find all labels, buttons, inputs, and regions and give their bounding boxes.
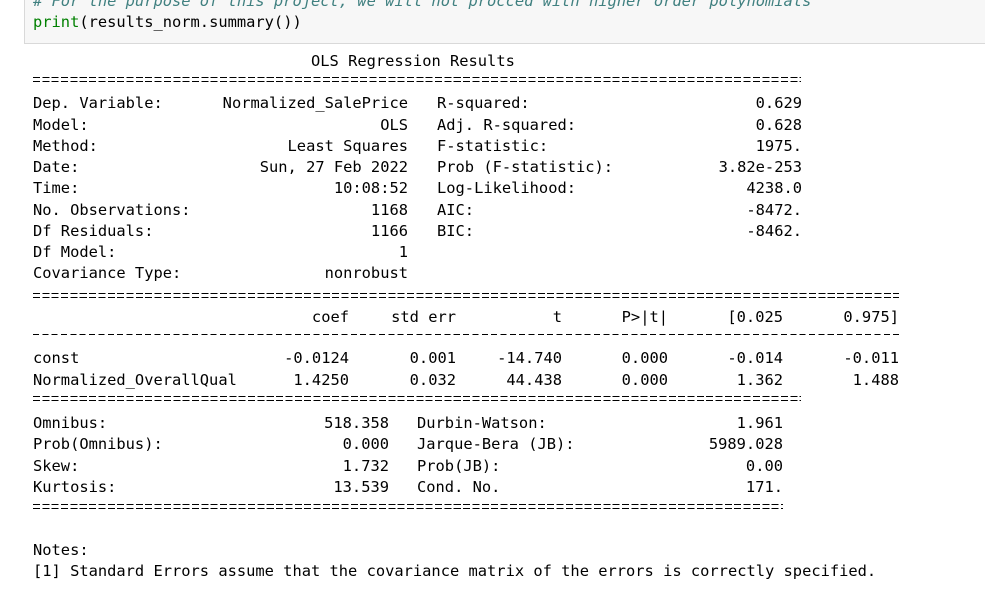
coef-const-ci-upper: -0.011: [843, 349, 899, 367]
diag-top-double-rule: [33, 396, 801, 401]
value-durbin-watson: 1.961: [736, 414, 783, 432]
value-dep-variable: Normalized_SalePrice: [222, 94, 408, 112]
coef-overallqual-coef: 1.4250: [293, 371, 349, 389]
value-prob-omnibus: 0.000: [342, 435, 389, 453]
value-cond-no: 171.: [745, 478, 783, 496]
coef-overallqual-stderr: 0.032: [409, 371, 456, 389]
label-cond-no: Cond. No.: [417, 478, 501, 496]
value-model: OLS: [380, 116, 408, 134]
label-f-statistic: F-statistic:: [437, 137, 549, 155]
label-jarque-bera: Jarque-Bera (JB):: [417, 435, 575, 453]
value-no-observations: 1168: [370, 201, 408, 219]
code-comment-line: # For the purpose of this project, we wi…: [33, 0, 812, 10]
value-bic: -8462.: [746, 222, 802, 240]
label-df-model: Df Model:: [33, 243, 117, 261]
value-log-likelihood: 4238.0: [746, 179, 802, 197]
value-date: Sun, 27 Feb 2022: [259, 158, 408, 176]
notes-heading: Notes:: [33, 541, 89, 559]
label-skew: Skew:: [33, 457, 80, 475]
label-no-observations: No. Observations:: [33, 201, 191, 219]
coef-row-name-const: const: [33, 349, 80, 367]
coef-const-coef: -0.0124: [284, 349, 349, 367]
value-adj-r-squared: 0.628: [755, 116, 802, 134]
label-kurtosis: Kurtosis:: [33, 478, 117, 496]
label-aic: AIC:: [437, 201, 475, 219]
header-t: t: [552, 308, 562, 326]
value-skew: 1.732: [342, 457, 389, 475]
value-r-squared: 0.629: [755, 94, 802, 112]
header-coef: coef: [311, 308, 349, 326]
label-prob-f-statistic: Prob (F-statistic):: [437, 158, 614, 176]
coef-header-dash-rule: [33, 334, 899, 335]
value-jarque-bera: 5989.028: [708, 435, 783, 453]
label-adj-r-squared: Adj. R-squared:: [437, 116, 576, 134]
coef-row-name-overallqual: Normalized_OverallQual: [33, 371, 237, 389]
header-ci-upper: 0.975]: [843, 308, 899, 326]
value-prob-jb: 0.00: [745, 457, 783, 475]
value-prob-f-statistic: 3.82e-253: [718, 158, 802, 176]
coef-const-ci-lower: -0.014: [727, 349, 783, 367]
label-prob-jb: Prob(JB):: [417, 457, 501, 475]
value-aic: -8472.: [746, 201, 802, 219]
value-omnibus: 518.358: [324, 414, 389, 432]
label-model: Model:: [33, 116, 89, 134]
coef-overallqual-p: 0.000: [621, 371, 668, 389]
header-ci-lower: [0.025: [727, 308, 783, 326]
coef-const-p: 0.000: [621, 349, 668, 367]
label-log-likelihood: Log-Likelihood:: [437, 179, 576, 197]
print-call-args: (results_norm.summary()): [79, 13, 302, 31]
label-dep-variable: Dep. Variable:: [33, 94, 163, 112]
code-print-line: print(results_norm.summary()): [33, 12, 302, 32]
summary-title: OLS Regression Results: [311, 52, 515, 70]
label-bic: BIC:: [437, 222, 475, 240]
label-method: Method:: [33, 137, 98, 155]
top-double-rule: [33, 77, 801, 82]
label-covariance-type: Covariance Type:: [33, 264, 182, 282]
coef-top-double-rule: [33, 293, 899, 298]
print-function: print: [33, 13, 80, 31]
value-time: 10:08:52: [333, 179, 408, 197]
coef-const-t: -14.740: [497, 349, 562, 367]
value-kurtosis: 13.539: [333, 478, 389, 496]
label-omnibus: Omnibus:: [33, 414, 108, 432]
notes-line: [1] Standard Errors assume that the cova…: [33, 562, 877, 580]
label-time: Time:: [33, 179, 80, 197]
summary-output: OLS Regression Results Dep. Variable: No…: [33, 50, 933, 601]
value-df-model: 1: [398, 243, 408, 261]
value-method: Least Squares: [287, 137, 408, 155]
coef-const-stderr: 0.001: [409, 349, 456, 367]
label-r-squared: R-squared:: [437, 94, 530, 112]
label-durbin-watson: Durbin-Watson:: [417, 414, 547, 432]
label-date: Date:: [33, 158, 80, 176]
header-std-err: std err: [391, 308, 456, 326]
header-p-value: P>|t|: [621, 308, 668, 326]
coef-overallqual-ci-upper: 1.488: [852, 371, 899, 389]
diag-bottom-double-rule: [33, 504, 783, 509]
value-f-statistic: 1975.: [755, 137, 802, 155]
label-prob-omnibus: Prob(Omnibus):: [33, 435, 163, 453]
coef-overallqual-ci-lower: 1.362: [736, 371, 783, 389]
value-df-residuals: 1166: [370, 222, 408, 240]
value-covariance-type: nonrobust: [324, 264, 408, 282]
label-df-residuals: Df Residuals:: [33, 222, 154, 240]
coef-overallqual-t: 44.438: [506, 371, 562, 389]
